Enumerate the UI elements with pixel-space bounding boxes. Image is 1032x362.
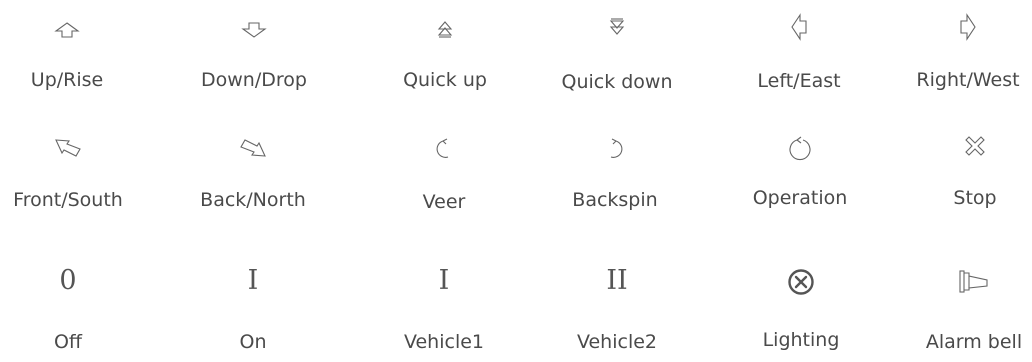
- double-chevron-up-icon: [436, 20, 454, 38]
- arc-arrow-cw-icon: [605, 136, 625, 160]
- arc-arrow-ccw-icon: [434, 136, 454, 160]
- symbol-vehicle2: II Vehicle2: [532, 252, 702, 362]
- symbol-label: Quick up: [403, 69, 487, 91]
- symbol-label: Back/North: [200, 189, 306, 211]
- symbol-quick-down: Quick down: [532, 10, 702, 120]
- symbol-label: Veer: [422, 191, 466, 213]
- symbol-lighting: Lighting: [716, 252, 886, 362]
- symbol-label: Stop: [953, 187, 997, 209]
- arrow-diagonal-front-icon: [54, 138, 82, 158]
- symbol-label: Backspin: [572, 189, 658, 211]
- symbol-left-east: Left/East: [714, 10, 884, 120]
- symbol-back-north: Back/North: [168, 130, 338, 240]
- symbol-label: Vehicle1: [403, 331, 485, 353]
- symbol-alarm-bell: Alarm bell: [889, 252, 1032, 362]
- symbol-right-west: Right/West: [883, 10, 1032, 120]
- symbol-up-rise: Up/Rise: [0, 10, 152, 120]
- double-chevron-down-icon: [608, 18, 626, 36]
- symbol-label: Vehicle2: [576, 331, 658, 353]
- symbol-vehicle1: I Vehicle1: [359, 252, 529, 362]
- numeral-one-icon: I: [247, 265, 259, 296]
- symbol-front-south: Front/South: [0, 130, 153, 240]
- symbol-down-drop: Down/Drop: [169, 10, 339, 120]
- symbol-label: Front/South: [13, 189, 123, 211]
- symbol-label: Down/Drop: [201, 69, 307, 91]
- symbol-off: 0 Off: [0, 252, 153, 362]
- flag-bell-icon: [959, 268, 989, 294]
- symbol-label: Up/Rise: [30, 69, 104, 91]
- circle-arrow-icon: [787, 136, 813, 162]
- symbol-on: I On: [168, 252, 338, 362]
- symbol-label: Alarm bell: [925, 331, 1023, 353]
- arrow-left-outline-icon: [791, 13, 807, 41]
- arrow-down-outline-icon: [241, 22, 267, 38]
- symbol-label: Right/West: [916, 69, 1020, 91]
- circle-x-icon: [787, 268, 815, 296]
- numeral-two-icon: II: [606, 265, 628, 296]
- symbol-backspin: Backspin: [530, 130, 700, 240]
- arrow-diagonal-back-icon: [239, 138, 267, 158]
- symbol-label: Quick down: [561, 71, 673, 93]
- symbol-label: Off: [53, 331, 83, 353]
- symbol-stop: Stop: [890, 130, 1032, 240]
- arrow-right-outline-icon: [960, 13, 976, 41]
- symbol-label: Left/East: [757, 70, 841, 92]
- symbol-grid: Up/Rise Down/Drop Quick up Quick down Le…: [0, 0, 1032, 353]
- symbol-operation: Operation: [715, 130, 885, 240]
- symbol-label: On: [239, 331, 267, 353]
- symbol-veer: Veer: [359, 130, 529, 240]
- numeral-zero-icon: 0: [59, 265, 77, 296]
- symbol-label: Operation: [752, 187, 848, 209]
- cross-x-icon: [965, 136, 985, 156]
- symbol-label: Lighting: [762, 329, 840, 351]
- numeral-one-icon: I: [438, 265, 450, 296]
- symbol-quick-up: Quick up: [360, 10, 530, 120]
- arrow-up-outline-icon: [54, 22, 80, 38]
